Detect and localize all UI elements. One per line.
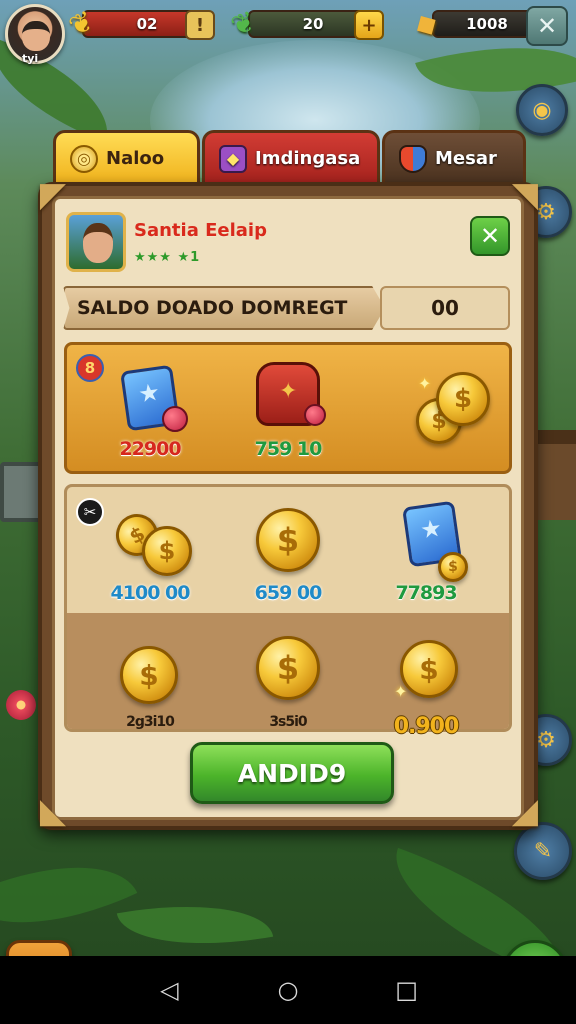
tab-mesar[interactable]: Mesar (382, 130, 526, 184)
item-price: 0.900 (393, 714, 460, 739)
add-resource-button[interactable]: + (354, 10, 384, 40)
tab-naloo[interactable]: ◎ Naloo (53, 130, 200, 184)
profile-rating: ★★★ ★1 (134, 250, 201, 265)
profile-name: Santia Eelaip (134, 220, 267, 241)
featured-item[interactable]: 22900 (90, 356, 210, 476)
resource-leaf-value: 20 (302, 15, 324, 33)
resource-gold-value: 02 (136, 15, 158, 33)
buy-button[interactable]: ANDID9 (190, 742, 394, 804)
shop-item[interactable]: $ 77893 (366, 500, 486, 620)
corner-ornament: ◢ (511, 791, 539, 831)
leaf-icon: ❦ (226, 3, 260, 43)
item-price: 77893 (395, 582, 457, 604)
tab-label: Naloo (106, 148, 165, 169)
item-price: 2g3i10 (126, 714, 175, 730)
blue-chest-icon (110, 356, 190, 438)
item-price: 4100 00 (110, 582, 191, 604)
shop-item[interactable]: $ 2g3i10 (90, 632, 210, 752)
tab-label: Mesar (435, 148, 497, 169)
shield-icon (399, 144, 427, 173)
shop-item[interactable]: $ 659 00 (228, 500, 348, 620)
balance-banner: SALDO DOADO DOMREGT (63, 286, 385, 330)
red-bag-icon (248, 356, 328, 438)
coin-icon: $ (248, 632, 328, 714)
cheese-icon: ◆ (407, 3, 443, 43)
profile-portrait (66, 212, 126, 272)
palm-leaf (116, 887, 274, 963)
tab-label: Imdingasa (255, 148, 361, 169)
crystal-icon: ◆ (219, 144, 247, 173)
corner-ornament: ◤ (39, 175, 67, 215)
avatar-face (22, 21, 50, 51)
resource-cheese-value: 1008 (466, 15, 508, 33)
item-price: 3s5i0 (269, 714, 307, 730)
close-panel-button[interactable]: ✕ (470, 216, 510, 256)
flower (6, 690, 36, 720)
player-name: tyi (22, 52, 39, 65)
nav-home-icon[interactable]: ○ (268, 976, 308, 1004)
item-price: 759 10 (254, 438, 323, 460)
coins-icon: $ $ (108, 500, 192, 582)
portrait-face (83, 223, 113, 263)
corner-ornament: ◣ (39, 791, 67, 831)
shop-item[interactable]: $ $ 4100 00 (90, 500, 210, 620)
coin-icon: ◎ (70, 144, 98, 173)
coin-stack-icon: $ $ ✦ (396, 356, 490, 444)
shop-item[interactable]: $ 3s5i0 (228, 632, 348, 752)
item-price: 659 00 (254, 582, 323, 604)
coin-icon: $ (248, 500, 328, 582)
coin-stack-icon: $ ✦ (386, 632, 466, 714)
item-price: 22900 (119, 438, 181, 460)
nav-recents-icon[interactable]: □ (387, 976, 427, 1004)
nav-back-icon[interactable]: ◁ (149, 976, 189, 1004)
compass-icon: ◉ (532, 97, 552, 123)
corner-ornament: ◥ (511, 175, 539, 215)
coin-icon: $ (110, 632, 190, 714)
tab-imdingasa[interactable]: ◆ Imdingasa (202, 130, 380, 184)
gear-icon: ⚙ (536, 727, 556, 753)
shop-item[interactable]: $ ✦ 0.900 (366, 632, 486, 752)
top-hud: tyi 02 ❦ ! 20 ❦ + 1008 ◆ ✕ (0, 0, 576, 65)
featured-item[interactable]: $ $ ✦ (376, 356, 496, 476)
close-game-button[interactable]: ✕ (526, 6, 568, 46)
brush-icon: ✎ (533, 838, 553, 864)
info-button[interactable]: ! (185, 10, 215, 40)
featured-item[interactable]: 759 10 (228, 356, 348, 476)
compass-button[interactable]: ◉ (516, 84, 568, 136)
blue-chest-icon: $ (386, 500, 468, 582)
balance-value: 00 (380, 286, 510, 330)
system-nav-bar: ◁ ○ □ (0, 956, 576, 1024)
